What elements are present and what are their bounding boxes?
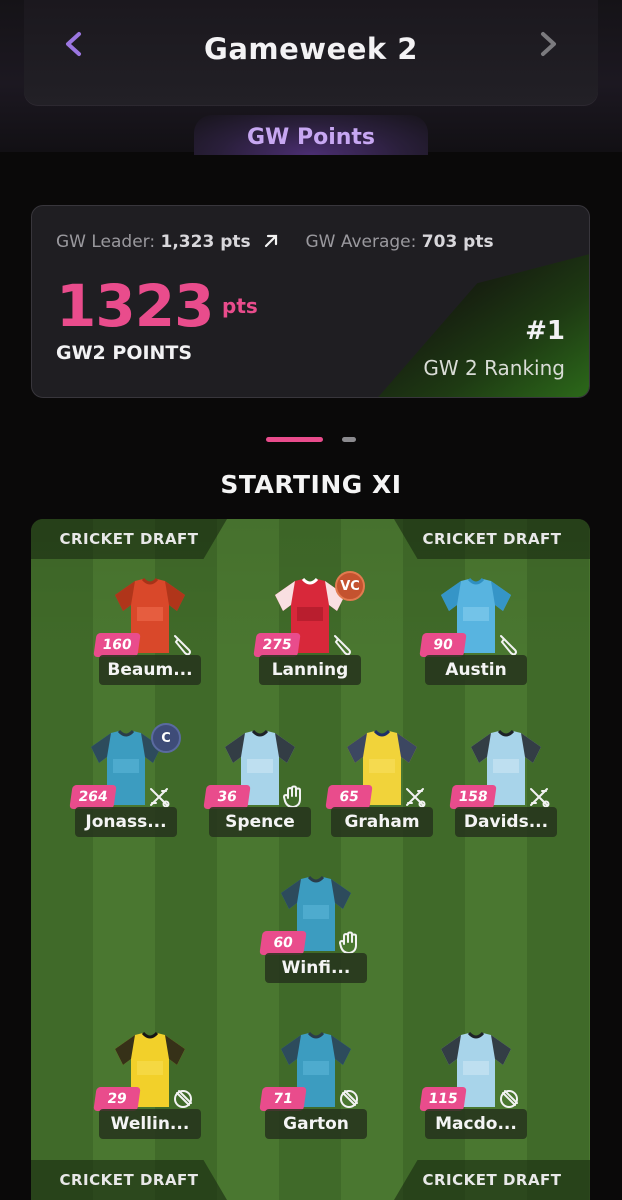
player-name: Jonass... — [75, 807, 177, 837]
player-points: 115 — [419, 1087, 467, 1111]
player-card[interactable]: 115 Macdo... — [417, 1031, 535, 1143]
player-points: 29 — [93, 1087, 141, 1111]
player-card[interactable]: 65 Graham — [323, 729, 441, 841]
player-card[interactable]: 71 Garton — [257, 1031, 375, 1143]
player-name: Spence — [209, 807, 311, 837]
gw-points-value: 1323 — [56, 272, 214, 340]
header: Gameweek 2 GW Points — [0, 0, 622, 155]
banner-text: CRICKET DRAFT — [59, 1171, 199, 1189]
bat-icon — [334, 635, 351, 656]
gw-leader-label: GW Leader: — [56, 232, 156, 252]
player-points: 36 — [203, 785, 251, 809]
player-card[interactable]: C 264 Jonass... — [67, 723, 185, 841]
player-card[interactable]: 158 Davids... — [447, 729, 565, 841]
glove-icon — [338, 931, 357, 955]
next-gameweek-button[interactable] — [532, 28, 564, 60]
allrounder-icon — [530, 788, 550, 808]
banner-text: CRICKET DRAFT — [59, 530, 199, 548]
cricket-draft-banner: CRICKET DRAFT — [31, 1160, 227, 1200]
player-name: Wellin... — [99, 1109, 201, 1139]
bat-icon — [174, 635, 191, 656]
leader-average-row: GW Leader: 1,323 pts GW Average: 703 pts — [56, 232, 494, 252]
player-name: Graham — [331, 807, 433, 837]
player-name: Austin — [425, 655, 527, 685]
gameweek-title: Gameweek 2 — [204, 32, 418, 66]
ball-icon — [174, 1090, 192, 1108]
bat-icon — [500, 635, 517, 656]
gw-points-label: GW2 POINTS — [56, 342, 193, 364]
banner-text: CRICKET DRAFT — [422, 1171, 562, 1189]
player-card[interactable]: 160 Beaum... — [91, 577, 209, 689]
external-link-arrow-icon[interactable] — [262, 232, 280, 250]
cricket-draft-banner: CRICKET DRAFT — [31, 519, 227, 559]
gw-average-value: 703 pts — [421, 232, 494, 252]
player-points: 160 — [93, 633, 141, 657]
page-dot-active[interactable] — [266, 437, 323, 442]
player-name: Lanning — [259, 655, 361, 685]
captain-badge: C — [151, 723, 181, 753]
player-name: Beaum... — [99, 655, 201, 685]
page-indicator — [0, 437, 622, 443]
player-card[interactable]: VC 275 Lanning — [251, 571, 369, 689]
tab-gw-points-label: GW Points — [246, 125, 376, 150]
allrounder-icon — [406, 788, 426, 808]
cricket-draft-banner: CRICKET DRAFT — [394, 519, 590, 559]
player-card[interactable]: 29 Wellin... — [91, 1031, 209, 1143]
player-points: 90 — [419, 633, 467, 657]
chevron-right-icon — [541, 32, 556, 56]
pitch: CRICKET DRAFT CRICKET DRAFT CRICKET DRAF… — [31, 519, 590, 1200]
gw-rank-value: #1 — [525, 316, 565, 346]
gw-average-label: GW Average: — [305, 232, 417, 252]
tab-gw-points[interactable]: GW Points — [194, 115, 428, 155]
player-points: 264 — [69, 785, 117, 809]
banner-text: CRICKET DRAFT — [422, 530, 562, 548]
ball-icon — [340, 1090, 358, 1108]
vice-captain-badge: VC — [335, 571, 365, 601]
player-points: 71 — [259, 1087, 307, 1111]
player-name: Winfi... — [265, 953, 367, 983]
player-name: Macdo... — [425, 1109, 527, 1139]
section-title: STARTING XI — [220, 470, 402, 499]
gw-points-unit: pts — [222, 294, 258, 318]
points-summary-card: GW Leader: 1,323 pts GW Average: 703 pts… — [31, 205, 590, 398]
player-name: Davids... — [455, 807, 557, 837]
page-dot[interactable] — [342, 437, 356, 442]
allrounder-icon — [150, 788, 170, 808]
player-points: 158 — [449, 785, 497, 809]
player-points: 60 — [259, 931, 307, 955]
ball-icon — [500, 1090, 518, 1108]
player-card[interactable]: 36 Spence — [201, 729, 319, 841]
glove-icon — [282, 785, 301, 809]
player-points: 275 — [253, 633, 301, 657]
player-points: 65 — [325, 785, 373, 809]
player-card[interactable]: 90 Austin — [417, 577, 535, 689]
cricket-draft-banner: CRICKET DRAFT — [394, 1160, 590, 1200]
player-name: Garton — [265, 1109, 367, 1139]
gw-leader-value[interactable]: 1,323 pts — [161, 232, 251, 252]
gw-rank-label: GW 2 Ranking — [423, 356, 565, 380]
player-card[interactable]: 60 Winfi... — [257, 875, 375, 987]
